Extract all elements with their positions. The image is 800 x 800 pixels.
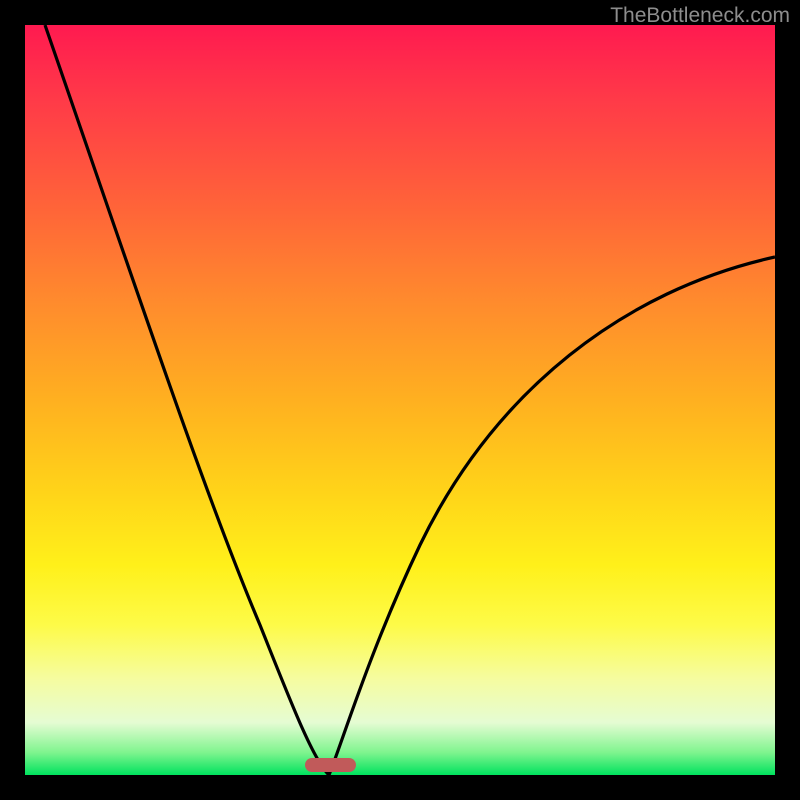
figure-frame: TheBottleneck.com [0,0,800,800]
curves-layer [25,25,775,775]
optimal-range-marker [305,758,356,772]
right-curve [329,257,775,775]
plot-area [25,25,775,775]
left-curve [45,25,329,775]
